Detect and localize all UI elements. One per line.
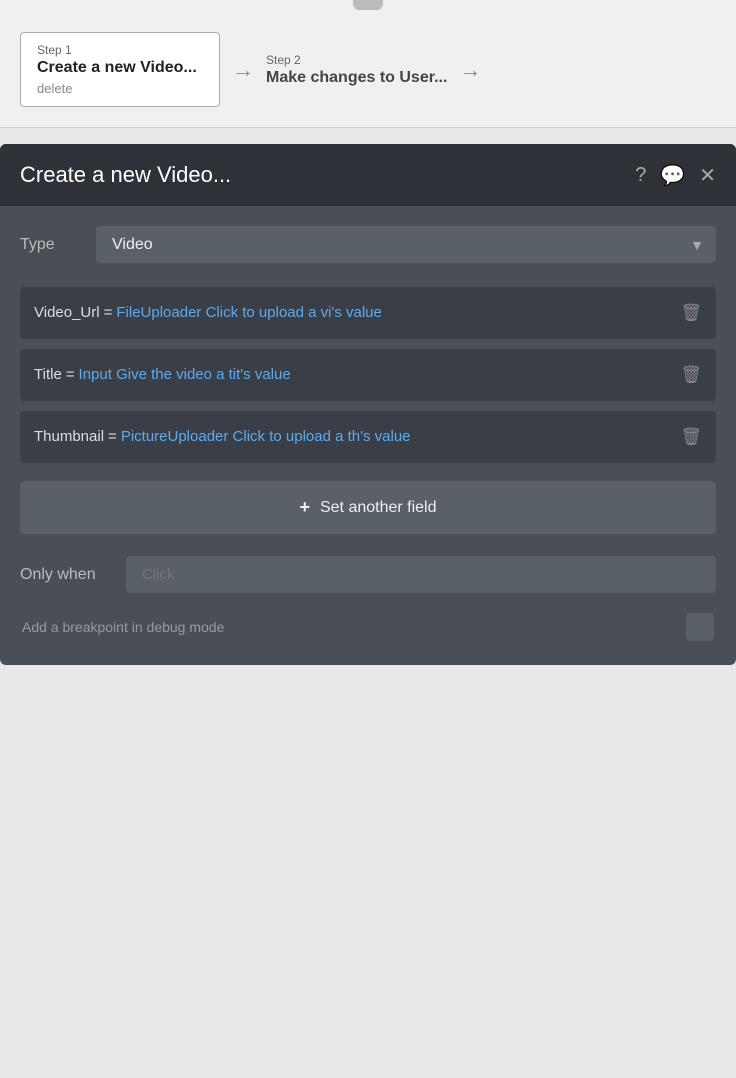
field-eq-thumbnail: = bbox=[108, 425, 117, 449]
plus-icon: + bbox=[299, 497, 310, 518]
modal-card: Create a new Video... ? 💬 ✕ Type Video A… bbox=[0, 144, 736, 665]
step2-title: Make changes to User... bbox=[266, 69, 447, 87]
close-icon[interactable]: ✕ bbox=[699, 163, 716, 188]
breakpoint-toggle[interactable] bbox=[686, 613, 714, 641]
step2-box: Step 2 Make changes to User... bbox=[266, 43, 447, 97]
modal-header-icons: ? 💬 ✕ bbox=[635, 163, 716, 188]
field-row-thumbnail: Thumbnail = PictureUploader Click to upl… bbox=[20, 411, 716, 463]
type-select-wrapper: Video Audio Image ▼ bbox=[96, 226, 716, 263]
only-when-label: Only when bbox=[20, 566, 110, 584]
breakpoint-row: Add a breakpoint in debug mode bbox=[20, 613, 716, 641]
step1-number: Step 1 bbox=[37, 43, 203, 57]
field-content-title: Title = Input Give the video a tit's val… bbox=[34, 363, 670, 387]
steps-row: Step 1 Create a new Video... delete → St… bbox=[20, 32, 716, 107]
step1-box: Step 1 Create a new Video... delete bbox=[20, 32, 220, 107]
comment-icon[interactable]: 💬 bbox=[660, 163, 685, 188]
field-name-thumbnail: Thumbnail bbox=[34, 425, 104, 449]
step-arrow-1: → bbox=[232, 57, 254, 83]
step1-title: Create a new Video... bbox=[37, 59, 203, 77]
drag-handle bbox=[353, 0, 383, 10]
breakpoint-label: Add a breakpoint in debug mode bbox=[22, 619, 224, 635]
modal-header: Create a new Video... ? 💬 ✕ bbox=[0, 144, 736, 206]
field-eq-video-url: = bbox=[104, 301, 113, 325]
trash-icon-thumbnail[interactable]: 🗑 bbox=[680, 427, 702, 447]
help-icon[interactable]: ? bbox=[635, 164, 646, 187]
field-name-title: Title bbox=[34, 363, 62, 387]
type-label: Type bbox=[20, 236, 80, 254]
only-when-input[interactable] bbox=[126, 556, 716, 593]
field-value-title[interactable]: Input Give the video a tit's value bbox=[79, 363, 291, 387]
step1-delete[interactable]: delete bbox=[37, 81, 203, 96]
step2-number: Step 2 bbox=[266, 53, 447, 67]
only-when-row: Only when bbox=[20, 556, 716, 593]
type-row: Type Video Audio Image ▼ bbox=[20, 226, 716, 263]
field-value-video-url[interactable]: FileUploader Click to upload a vi's valu… bbox=[116, 301, 382, 325]
trash-icon-video-url[interactable]: 🗑 bbox=[680, 303, 702, 323]
field-row-title: Title = Input Give the video a tit's val… bbox=[20, 349, 716, 401]
set-field-button[interactable]: + Set another field bbox=[20, 481, 716, 534]
modal-title: Create a new Video... bbox=[20, 162, 231, 188]
step-arrow-2: → bbox=[459, 57, 481, 83]
set-field-label: Set another field bbox=[320, 499, 437, 517]
field-name-video-url: Video_Url bbox=[34, 301, 100, 325]
stepper-area: Step 1 Create a new Video... delete → St… bbox=[0, 0, 736, 128]
field-content-video-url: Video_Url = FileUploader Click to upload… bbox=[34, 301, 670, 325]
field-eq-title: = bbox=[66, 363, 75, 387]
trash-icon-title[interactable]: 🗑 bbox=[680, 365, 702, 385]
modal-body: Type Video Audio Image ▼ Video_Url = Fil… bbox=[0, 206, 736, 665]
field-row-video-url: Video_Url = FileUploader Click to upload… bbox=[20, 287, 716, 339]
type-select[interactable]: Video Audio Image bbox=[96, 226, 716, 263]
field-value-thumbnail[interactable]: PictureUploader Click to upload a th's v… bbox=[121, 425, 411, 449]
field-content-thumbnail: Thumbnail = PictureUploader Click to upl… bbox=[34, 425, 670, 449]
